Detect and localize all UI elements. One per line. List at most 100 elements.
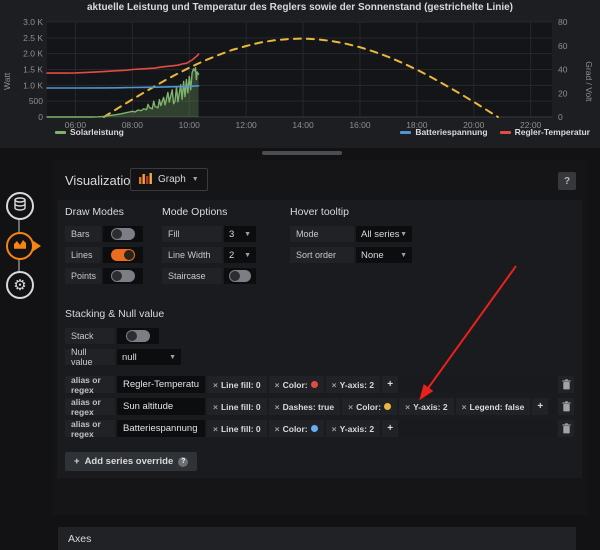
legend-marker-icon <box>400 131 411 134</box>
trash-icon <box>562 401 571 412</box>
label-points: Points <box>65 268 101 284</box>
remove-icon[interactable]: × <box>213 380 218 390</box>
override-tag-dashes-true[interactable]: ×Dashes: true <box>269 398 340 415</box>
general-settings-tab[interactable]: ⚙ <box>6 271 34 299</box>
trash-icon <box>562 423 571 434</box>
remove-icon[interactable]: × <box>332 380 337 390</box>
points-toggle-cell <box>103 268 143 284</box>
override-tag-color[interactable]: ×Color: <box>342 398 397 415</box>
color-dot-icon <box>384 403 391 410</box>
override-tag-color[interactable]: ×Color: <box>269 376 324 393</box>
staircase-toggle[interactable] <box>229 270 251 282</box>
override-tag-line-fill-0[interactable]: ×Line fill: 0 <box>207 398 267 415</box>
viz-type-picker[interactable]: Graph ▼ <box>130 168 208 191</box>
editor-options-card: Draw ModesBarsLinesPoints Mode OptionsFi… <box>57 200 582 478</box>
color-dot-icon <box>311 381 318 388</box>
add-override-option-button[interactable]: + <box>382 376 398 393</box>
graph-panel: aktuelle Leistung und Temperatur des Reg… <box>0 0 600 148</box>
svg-text:80: 80 <box>558 17 568 27</box>
color-dot-icon <box>311 425 318 432</box>
add-series-override-button[interactable]: + Add series override ? <box>65 452 197 471</box>
chevron-down-icon: ▼ <box>244 252 251 259</box>
override-alias-input[interactable] <box>117 398 205 415</box>
bar-chart-icon <box>139 171 152 189</box>
remove-icon[interactable]: × <box>462 402 467 412</box>
chart-legend: Solarleistung Batteriespannung Regler-Tem… <box>55 124 590 140</box>
override-tag-label: Y-axis: 2 <box>340 380 375 390</box>
svg-text:60: 60 <box>558 41 568 51</box>
remove-icon[interactable]: × <box>275 402 280 412</box>
axes-section-header[interactable]: Axes <box>58 527 576 550</box>
chevron-down-icon: ▼ <box>400 252 407 259</box>
section-title-draw-modes: Draw Modes <box>65 206 143 218</box>
remove-icon[interactable]: × <box>332 424 337 434</box>
override-tag-legend-false[interactable]: ×Legend: false <box>456 398 531 415</box>
legend-label: Solarleistung <box>70 127 124 137</box>
legend-item-batteriespannung[interactable]: Batteriespannung <box>400 127 487 137</box>
override-tag-line-fill-0[interactable]: ×Line fill: 0 <box>207 420 267 437</box>
override-row-batteriespannung: alias or regex×Line fill: 0×Color:×Y-axi… <box>65 420 574 437</box>
delete-override-button[interactable] <box>558 376 574 393</box>
override-tag-color[interactable]: ×Color: <box>269 420 324 437</box>
override-tag-y-axis-2[interactable]: ×Y-axis: 2 <box>326 376 380 393</box>
override-tag-label: Color: <box>283 424 308 434</box>
chevron-down-icon: ▼ <box>400 231 407 238</box>
override-row-spacer <box>400 376 556 393</box>
form-row-sort-order: Sort orderNone▼ <box>290 247 412 263</box>
stack-toggle[interactable] <box>126 330 150 342</box>
override-tag-label: Line fill: 0 <box>221 402 261 412</box>
delete-override-button[interactable] <box>558 420 574 437</box>
override-tag-y-axis-2[interactable]: ×Y-axis: 2 <box>399 398 453 415</box>
override-row-regler-temperatur: alias or regex×Line fill: 0×Color:×Y-axi… <box>65 376 574 393</box>
line-width-select[interactable]: 2▼ <box>224 247 256 263</box>
delete-override-button[interactable] <box>558 398 574 415</box>
svg-text:2.0 K: 2.0 K <box>23 49 43 59</box>
svg-text:Grad / Volt: Grad / Volt <box>584 61 594 102</box>
form-row-fill: Fill3▼ <box>162 226 256 242</box>
bars-toggle[interactable] <box>111 228 135 240</box>
sort-order-select[interactable]: None▼ <box>356 247 412 263</box>
help-button[interactable]: ? <box>558 172 576 190</box>
override-alias-input[interactable] <box>117 376 205 393</box>
override-tag-label: Legend: false <box>470 402 525 412</box>
override-tag-line-fill-0[interactable]: ×Line fill: 0 <box>207 376 267 393</box>
add-override-option-button[interactable]: + <box>382 420 398 437</box>
form-row-points: Points <box>65 268 143 284</box>
svg-text:3.0 K: 3.0 K <box>23 17 43 27</box>
panel-resize-handle[interactable] <box>262 151 342 155</box>
mode-select[interactable]: All series▼ <box>356 226 412 242</box>
form-row-mode: ModeAll series▼ <box>290 226 412 242</box>
remove-icon[interactable]: × <box>275 380 280 390</box>
legend-item-regler-temperatur[interactable]: Regler-Temperatur <box>500 127 590 137</box>
svg-text:Watt: Watt <box>2 72 12 90</box>
section-title-mode-options: Mode Options <box>162 206 256 218</box>
legend-marker-icon <box>500 131 511 134</box>
null-value-select[interactable]: null ▼ <box>117 349 181 365</box>
mode-value: All series <box>361 229 400 240</box>
remove-icon[interactable]: × <box>213 402 218 412</box>
add-override-option-button[interactable]: + <box>532 398 548 415</box>
svg-text:0: 0 <box>38 112 43 122</box>
label-bars: Bars <box>65 226 101 242</box>
override-row-sun-altitude: alias or regex×Line fill: 0×Dashes: true… <box>65 398 574 415</box>
section-title-stacking-null-value: Stacking & Null value <box>65 308 181 320</box>
gear-icon: ⚙ <box>13 278 26 293</box>
remove-icon[interactable]: × <box>405 402 410 412</box>
line-width-value: 2 <box>229 250 234 261</box>
override-row-spacer <box>550 398 556 415</box>
queries-tab[interactable] <box>6 192 34 220</box>
override-tag-label: Y-axis: 2 <box>340 424 375 434</box>
override-alias-input[interactable] <box>117 420 205 437</box>
legend-item-solarleistung[interactable]: Solarleistung <box>55 127 124 137</box>
remove-icon[interactable]: × <box>348 402 353 412</box>
points-toggle[interactable] <box>111 270 135 282</box>
null-value-value: null <box>122 352 137 363</box>
remove-icon[interactable]: × <box>275 424 280 434</box>
fill-select[interactable]: 3▼ <box>224 226 256 242</box>
override-tag-y-axis-2[interactable]: ×Y-axis: 2 <box>326 420 380 437</box>
editor-section-title: Visualization <box>65 173 138 188</box>
visualization-tab[interactable] <box>6 232 34 260</box>
chevron-down-icon: ▼ <box>169 354 176 361</box>
lines-toggle[interactable] <box>111 249 135 261</box>
remove-icon[interactable]: × <box>213 424 218 434</box>
